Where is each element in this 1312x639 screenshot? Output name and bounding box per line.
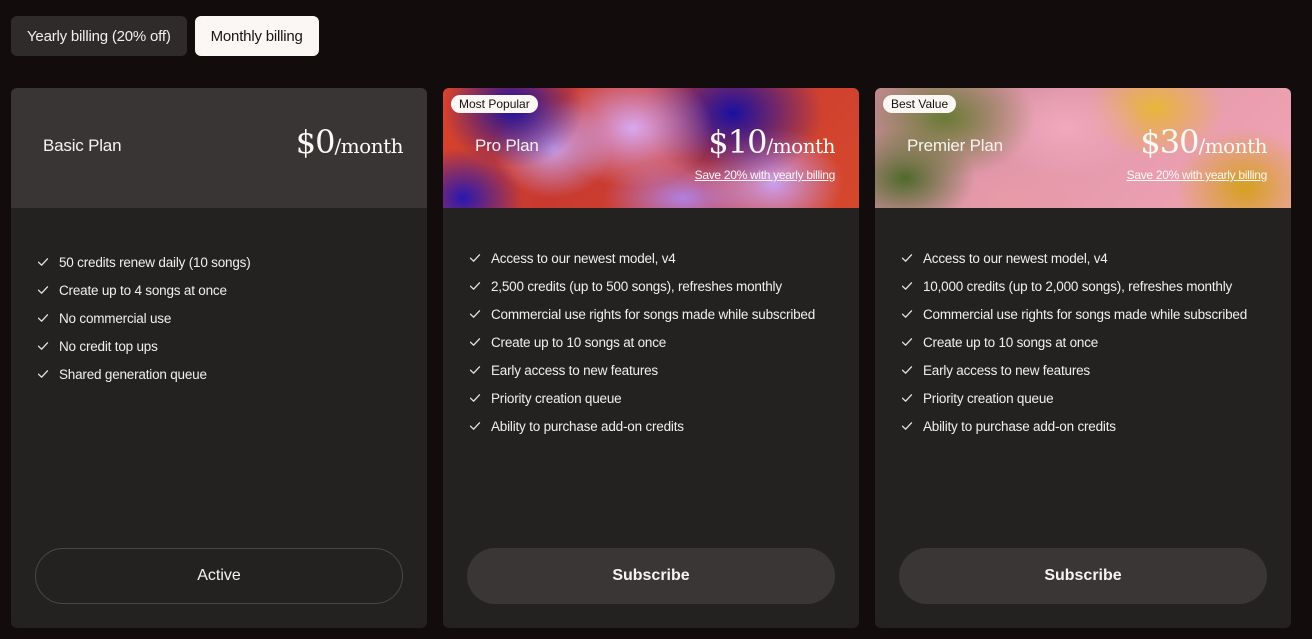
check-icon xyxy=(37,312,49,324)
check-icon xyxy=(901,364,913,376)
plan-name: Pro Plan xyxy=(475,136,539,155)
feature-text: 50 credits renew daily (10 songs) xyxy=(59,254,251,270)
subscribe-pro-button[interactable]: Subscribe xyxy=(467,548,835,604)
feature-text: Priority creation queue xyxy=(923,390,1054,406)
feature-item: Ability to purchase add-on credits xyxy=(901,412,1247,440)
feature-item: Priority creation queue xyxy=(469,384,815,412)
plan-name: Basic Plan xyxy=(43,136,122,155)
feature-item: Access to our newest model, v4 xyxy=(469,244,815,272)
most-popular-badge: Most Popular xyxy=(451,95,538,113)
feature-text: Commercial use rights for songs made whi… xyxy=(923,306,1248,322)
yearly-billing-button[interactable]: Yearly billing (20% off) xyxy=(11,16,187,56)
billing-toggle: Yearly billing (20% off) Monthly billing xyxy=(11,16,319,56)
feature-text: Ability to purchase add-on credits xyxy=(491,418,684,434)
monthly-billing-button[interactable]: Monthly billing xyxy=(194,16,319,56)
check-icon xyxy=(37,368,49,380)
feature-list: Access to our newest model, v4 2,500 cred… xyxy=(469,244,815,440)
check-icon xyxy=(469,308,481,320)
feature-text: Create up to 4 songs at once xyxy=(59,282,227,298)
feature-text: Create up to 10 songs at once xyxy=(491,334,667,350)
check-icon xyxy=(37,256,49,268)
check-icon xyxy=(901,308,913,320)
save-yearly-link[interactable]: Save 20% with yearly billing xyxy=(1127,168,1268,182)
plan-header-pro: Most Popular Pro Plan $10/month Save 20%… xyxy=(443,88,859,208)
feature-item: Create up to 10 songs at once xyxy=(469,328,815,356)
check-icon xyxy=(37,340,49,352)
feature-item: Early access to new features xyxy=(901,356,1247,384)
feature-item: No credit top ups xyxy=(37,332,251,360)
feature-item: 10,000 credits (up to 2,000 songs), refr… xyxy=(901,272,1247,300)
feature-item: 2,500 credits (up to 500 songs), refresh… xyxy=(469,272,815,300)
feature-text: Shared generation queue xyxy=(59,366,207,382)
feature-list: 50 credits renew daily (10 songs) Create … xyxy=(37,248,251,388)
plan-header-premier: Best Value Premier Plan $30/month Save 2… xyxy=(875,88,1291,208)
feature-text: 10,000 credits (up to 2,000 songs), refr… xyxy=(923,278,1233,294)
check-icon xyxy=(469,336,481,348)
feature-item: No commercial use xyxy=(37,304,251,332)
feature-item: Create up to 4 songs at once xyxy=(37,276,251,304)
check-icon xyxy=(469,252,481,264)
feature-text: Create up to 10 songs at once xyxy=(923,334,1099,350)
check-icon xyxy=(469,420,481,432)
feature-text: No commercial use xyxy=(59,310,172,326)
check-icon xyxy=(901,392,913,404)
feature-item: Commercial use rights for songs made whi… xyxy=(469,300,815,328)
check-icon xyxy=(901,420,913,432)
price-period: /month xyxy=(766,134,835,158)
feature-item: Shared generation queue xyxy=(37,360,251,388)
feature-text: No credit top ups xyxy=(59,338,158,354)
plan-card-premier: Best Value Premier Plan $30/month Save 2… xyxy=(875,88,1291,628)
feature-item: Priority creation queue xyxy=(901,384,1247,412)
active-plan-button[interactable]: Active xyxy=(35,548,403,604)
feature-text: Commercial use rights for songs made whi… xyxy=(491,306,816,322)
price-amount: $30 xyxy=(1140,123,1199,161)
plan-price: $10/month xyxy=(708,123,835,161)
feature-item: Commercial use rights for songs made whi… xyxy=(901,300,1247,328)
check-icon xyxy=(469,392,481,404)
feature-item: Create up to 10 songs at once xyxy=(901,328,1247,356)
feature-text: Ability to purchase add-on credits xyxy=(923,418,1116,434)
check-icon xyxy=(901,280,913,292)
feature-text: Early access to new features xyxy=(491,362,658,378)
price-period: /month xyxy=(334,134,403,158)
check-icon xyxy=(37,284,49,296)
feature-item: Early access to new features xyxy=(469,356,815,384)
plan-price: $30/month xyxy=(1140,123,1267,161)
plan-cards: Basic Plan $0/month 50 credits renew dai… xyxy=(11,88,1291,628)
plan-card-pro: Most Popular Pro Plan $10/month Save 20%… xyxy=(443,88,859,628)
price-period: /month xyxy=(1198,134,1267,158)
save-yearly-link[interactable]: Save 20% with yearly billing xyxy=(695,168,836,182)
subscribe-premier-button[interactable]: Subscribe xyxy=(899,548,1267,604)
plan-name: Premier Plan xyxy=(907,136,1003,155)
feature-list: Access to our newest model, v4 10,000 cre… xyxy=(901,244,1247,440)
plan-card-basic: Basic Plan $0/month 50 credits renew dai… xyxy=(11,88,427,628)
check-icon xyxy=(901,252,913,264)
check-icon xyxy=(901,336,913,348)
best-value-badge: Best Value xyxy=(883,95,957,113)
check-icon xyxy=(469,364,481,376)
feature-item: Access to our newest model, v4 xyxy=(901,244,1247,272)
price-amount: $0 xyxy=(295,123,336,161)
plan-price: $0/month xyxy=(295,123,404,161)
feature-text: Access to our newest model, v4 xyxy=(491,250,676,266)
price-amount: $10 xyxy=(708,123,767,161)
feature-text: Access to our newest model, v4 xyxy=(923,250,1108,266)
feature-item: 50 credits renew daily (10 songs) xyxy=(37,248,251,276)
feature-text: Early access to new features xyxy=(923,362,1090,378)
feature-text: Priority creation queue xyxy=(491,390,622,406)
plan-header-basic: Basic Plan $0/month xyxy=(11,88,427,208)
feature-text: 2,500 credits (up to 500 songs), refresh… xyxy=(491,278,782,294)
check-icon xyxy=(469,280,481,292)
feature-item: Ability to purchase add-on credits xyxy=(469,412,815,440)
